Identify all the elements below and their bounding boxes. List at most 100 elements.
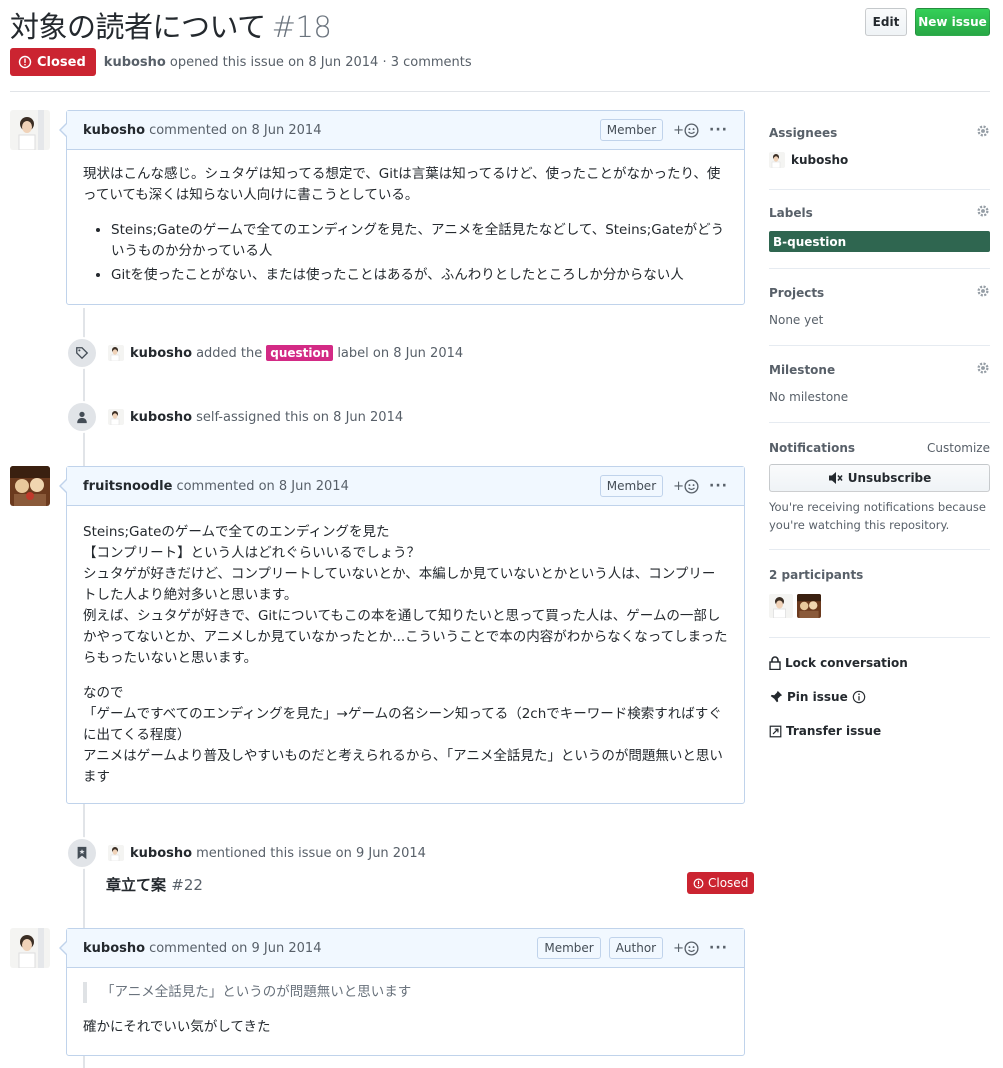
comment-author[interactable]: kubosho [83, 941, 145, 956]
edit-button[interactable]: Edit [865, 8, 907, 36]
comment-body: Steins;Gateのゲームで全てのエンディングを見た 【コンプリート】という… [67, 506, 744, 800]
avatar[interactable] [10, 110, 50, 150]
member-badge: Member [537, 937, 601, 959]
assignee-row[interactable]: kubosho [769, 152, 990, 168]
avatar[interactable] [797, 594, 821, 618]
issue-closed-icon [18, 55, 32, 69]
transfer-label: Transfer issue [786, 724, 882, 738]
label-chip[interactable]: B-question [769, 231, 990, 252]
new-issue-button[interactable]: New issue [915, 8, 990, 36]
member-badge: Member [599, 119, 664, 141]
referenced-state-badge: Closed [687, 872, 755, 894]
comment-header: kubosho commented on 9 Jun 2014 Member A… [67, 929, 744, 968]
labels-header[interactable]: Labels [769, 204, 990, 221]
more-options-icon[interactable]: ··· [709, 940, 728, 956]
customize-link[interactable]: Customize [927, 441, 990, 455]
add-reaction-button[interactable]: + [673, 941, 699, 956]
comment-timestamp[interactable]: commented on 8 Jun 2014 [176, 479, 348, 494]
question-label[interactable]: question [266, 345, 334, 361]
notifications-title: Notifications [769, 441, 856, 455]
assignees-header[interactable]: Assignees [769, 124, 990, 141]
add-reaction-button[interactable]: + [673, 479, 699, 494]
avatar[interactable] [108, 409, 124, 425]
event-text: mentioned this issue on 9 Jun 2014 [196, 845, 426, 861]
more-options-icon[interactable]: ··· [709, 122, 728, 138]
label-event: kubosho added the question label on 8 Ju… [66, 336, 463, 370]
participant-avatars [769, 594, 990, 618]
pin-icon [770, 690, 783, 703]
pin-issue-link[interactable]: Pin issue [769, 690, 870, 704]
person-icon [66, 401, 98, 433]
state-badge: Closed [10, 48, 96, 76]
issue-number: #18 [271, 10, 332, 44]
mute-icon [828, 472, 843, 484]
event-text: self-assigned this on 8 Jun 2014 [196, 409, 404, 425]
issue-author-link[interactable]: kubosho [104, 55, 166, 70]
blockquote: 「アニメ全話見た」というのが問題無いと思います [83, 982, 728, 1003]
gear-icon[interactable] [976, 124, 990, 141]
event-actor[interactable]: kubosho [130, 410, 192, 425]
list-item: Steins;Gateのゲームで全てのエンディングを見た、アニメを全話見たなどし… [111, 220, 728, 262]
labels-section: Labels B-question [769, 204, 990, 269]
avatar[interactable] [108, 345, 124, 361]
unsubscribe-button[interactable]: Unsubscribe [769, 464, 990, 492]
event-actor[interactable]: kubosho [130, 346, 192, 361]
milestone-header[interactable]: Milestone [769, 361, 990, 378]
comment-list: Steins;Gateのゲームで全てのエンディングを見た、アニメを全話見たなどし… [111, 220, 728, 286]
state-text: Closed [37, 54, 86, 70]
referenced-issue-link[interactable]: 章立て案 #22 [106, 874, 203, 895]
notification-reason: You're receiving notifications because y… [769, 500, 986, 532]
referenced-issue-title[interactable]: 章立て案 [106, 876, 166, 894]
assignees-section: Assignees kubosho [769, 124, 990, 190]
participants-count: 2 participants [769, 568, 864, 582]
info-icon[interactable] [852, 690, 866, 704]
gear-icon[interactable] [976, 284, 990, 301]
projects-section: Projects None yet [769, 284, 990, 346]
member-badge: Member [599, 475, 664, 497]
avatar[interactable] [10, 466, 50, 506]
issue-title: 対象の読者について #18 [10, 4, 332, 46]
comment-card: kubosho commented on 8 Jun 2014 Member +… [59, 110, 745, 305]
comment-timestamp[interactable]: commented on 9 Jun 2014 [149, 941, 321, 956]
projects-value: None yet [769, 313, 824, 327]
more-options-icon[interactable]: ··· [709, 478, 728, 494]
tag-icon [66, 337, 98, 369]
projects-title: Projects [769, 285, 825, 300]
unsubscribe-label: Unsubscribe [847, 471, 932, 485]
gear-icon[interactable] [976, 361, 990, 378]
labels-title: Labels [769, 205, 813, 220]
transfer-icon [769, 725, 782, 737]
comment-paragraph: なので 「ゲームですべてのエンディングを見た」→ゲームの名シーン知ってる（2ch… [83, 683, 728, 788]
smiley-icon [684, 478, 699, 494]
avatar[interactable] [108, 845, 124, 861]
milestone-value: No milestone [769, 390, 849, 404]
issue-sidebar: Assignees kubosho Labels B-question Proj… [769, 108, 990, 768]
avatar[interactable] [769, 594, 793, 618]
notifications-section: Notifications Customize Unsubscribe You'r… [769, 441, 990, 550]
event-actor[interactable]: kubosho [130, 846, 192, 861]
comment-paragraph: Steins;Gateのゲームで全てのエンディングを見た 【コンプリート】という… [83, 522, 728, 669]
referenced-issue-number: #22 [171, 876, 203, 894]
comment-author[interactable]: fruitsnoodle [83, 479, 172, 494]
pin-label: Pin issue [787, 690, 848, 704]
comment-author[interactable]: kubosho [83, 123, 145, 138]
comment-card: fruitsnoodle commented on 8 Jun 2014 Mem… [59, 466, 745, 804]
add-reaction-button[interactable]: + [673, 123, 699, 138]
transfer-issue-link[interactable]: Transfer issue [769, 724, 881, 738]
assignee-name[interactable]: kubosho [791, 153, 848, 167]
smiley-icon [684, 122, 699, 138]
notifications-header: Notifications Customize [769, 441, 990, 455]
projects-header[interactable]: Projects [769, 284, 990, 301]
assignees-title: Assignees [769, 125, 838, 140]
assign-event: kubosho self-assigned this on 8 Jun 2014 [66, 400, 403, 434]
avatar [769, 152, 785, 168]
gear-icon[interactable] [976, 204, 990, 221]
lock-conversation-link[interactable]: Lock conversation [769, 656, 908, 670]
comment-line: 「ゲームですべてのエンディングを見た」→ゲームの名シーン知ってる（2chでキーワ… [83, 706, 722, 743]
state-text: Closed [708, 876, 749, 890]
lock-label: Lock conversation [785, 656, 908, 670]
comment-timestamp[interactable]: commented on 8 Jun 2014 [149, 123, 321, 138]
lock-icon [769, 656, 781, 670]
avatar[interactable] [10, 928, 50, 968]
comment-header: kubosho commented on 8 Jun 2014 Member +… [67, 111, 744, 150]
